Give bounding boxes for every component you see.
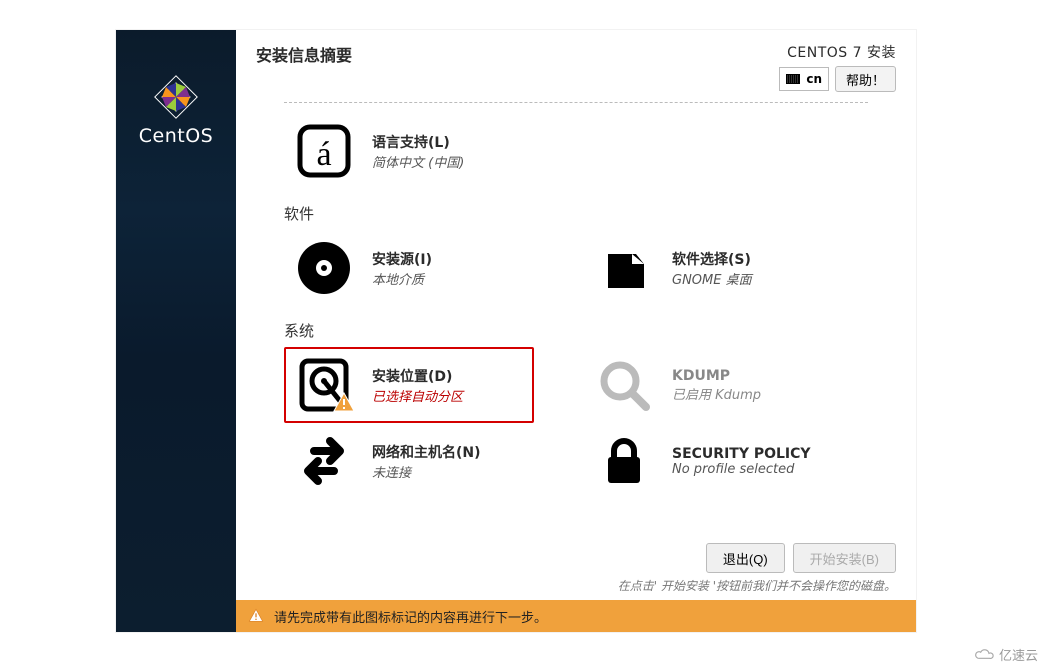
spoke-subtitle: 简体中文 (中国) xyxy=(372,152,464,171)
watermark: 亿速云 xyxy=(973,645,1038,664)
warning-overlay-icon xyxy=(332,391,356,415)
watermark-text: 亿速云 xyxy=(999,645,1038,664)
spoke-title: 安装源(I) xyxy=(372,249,432,269)
content-area: á 语言支持(L) 简体中文 (中国) 软件 安装源(I) 本地介 xyxy=(236,98,916,533)
spoke-title: 网络和主机名(N) xyxy=(372,442,481,462)
spoke-installation-destination[interactable]: 安装位置(D) 已选择自动分区 xyxy=(284,347,534,423)
category-system-label: 系统 xyxy=(284,320,868,341)
category-software-label: 软件 xyxy=(284,203,868,224)
svg-text:á: á xyxy=(316,136,331,173)
sidebar: CentOS xyxy=(116,30,236,632)
spoke-title: KDUMP xyxy=(672,368,761,384)
spoke-installation-source[interactable]: 安装源(I) 本地介质 xyxy=(284,230,534,306)
keyboard-icon xyxy=(786,74,800,84)
spoke-software-selection[interactable]: 软件选择(S) GNOME 桌面 xyxy=(584,230,834,306)
keyboard-layout-text: cn xyxy=(806,72,822,86)
package-icon xyxy=(596,240,652,296)
footer: 退出(Q) 开始安装(B) 在点击' 开始安装 '按钮前我们并不会操作您的磁盘。 xyxy=(236,533,916,600)
header: 安装信息摘要 CENTOS 7 安装 cn 帮助！ xyxy=(236,30,916,98)
spoke-language-support[interactable]: á 语言支持(L) 简体中文 (中国) xyxy=(284,113,534,189)
spoke-subtitle: 已选择自动分区 xyxy=(372,386,463,405)
product-name: CENTOS 7 安装 xyxy=(787,42,896,62)
divider xyxy=(284,102,868,103)
quit-button[interactable]: 退出(Q) xyxy=(706,543,785,573)
cloud-icon xyxy=(973,647,995,663)
lock-icon xyxy=(596,433,652,489)
keyboard-layout-indicator[interactable]: cn xyxy=(779,67,829,91)
network-arrows-icon xyxy=(296,433,352,489)
spoke-subtitle: 本地介质 xyxy=(372,269,432,288)
spoke-network-hostname[interactable]: 网络和主机名(N) 未连接 xyxy=(284,423,534,499)
spoke-title: SECURITY POLICY xyxy=(672,446,811,462)
warning-message: 请先完成带有此图标标记的内容再进行下一步。 xyxy=(274,607,547,626)
spoke-security-policy[interactable]: SECURITY POLICY No profile selected xyxy=(584,423,834,499)
footer-note: 在点击' 开始安装 '按钮前我们并不会操作您的磁盘。 xyxy=(618,577,896,594)
spoke-kdump[interactable]: KDUMP 已启用 Kdump xyxy=(584,347,834,423)
centos-logo-icon xyxy=(154,75,198,119)
spoke-subtitle: No profile selected xyxy=(672,462,811,477)
begin-install-button[interactable]: 开始安装(B) xyxy=(793,543,896,573)
warning-icon xyxy=(248,608,264,624)
harddisk-icon xyxy=(296,357,352,413)
main-panel: 安装信息摘要 CENTOS 7 安装 cn 帮助！ á xyxy=(236,30,916,632)
language-icon: á xyxy=(296,123,352,179)
spoke-subtitle: GNOME 桌面 xyxy=(672,269,752,288)
disc-icon xyxy=(296,240,352,296)
installer-window: CentOS 安装信息摘要 CENTOS 7 安装 cn 帮助！ xyxy=(116,30,916,632)
spoke-subtitle: 未连接 xyxy=(372,462,481,481)
spoke-title: 语言支持(L) xyxy=(372,132,464,152)
spoke-subtitle: 已启用 Kdump xyxy=(672,384,761,403)
spoke-title: 软件选择(S) xyxy=(672,249,752,269)
warning-bar: 请先完成带有此图标标记的内容再进行下一步。 xyxy=(236,600,916,632)
spoke-title: 安装位置(D) xyxy=(372,366,463,386)
help-button[interactable]: 帮助！ xyxy=(835,66,896,92)
page-title: 安装信息摘要 xyxy=(256,42,352,66)
brand-text: CentOS xyxy=(139,125,213,147)
magnifier-icon xyxy=(596,357,652,413)
